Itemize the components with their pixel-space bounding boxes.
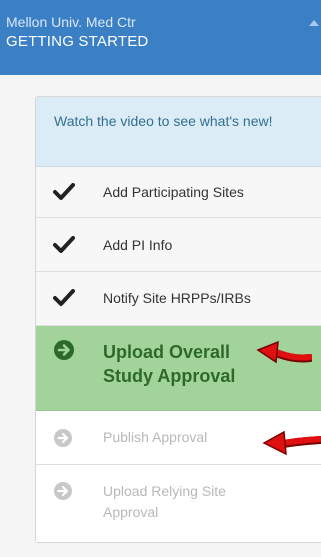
step-upload-relying-site-approval[interactable]: Upload Relying Site Approval xyxy=(36,465,321,542)
arrow-circle-right-icon xyxy=(53,481,73,506)
app-header: Mellon Univ. Med Ctr GETTING STARTED xyxy=(0,0,321,75)
arrow-circle-right-icon xyxy=(53,428,73,453)
step-notify-site-hrpps[interactable]: Notify Site HRPPs/IRBs xyxy=(36,272,321,326)
organization-name: Mellon Univ. Med Ctr xyxy=(6,14,136,30)
step-add-participating-sites[interactable]: Add Participating Sites xyxy=(36,167,321,218)
step-label: Add PI Info xyxy=(103,237,173,253)
getting-started-panel: Watch the video to see what's new! Add P… xyxy=(35,96,321,543)
section-title: GETTING STARTED xyxy=(6,33,149,50)
step-label: Upload Relying Site Approval xyxy=(103,483,226,520)
checkmark-icon xyxy=(53,289,75,312)
checkmark-icon xyxy=(53,236,75,259)
annotation-arrow-icon xyxy=(256,340,314,373)
step-label: Publish Approval xyxy=(103,429,208,445)
step-label: Notify Site HRPPs/IRBs xyxy=(103,290,251,306)
step-add-pi-info[interactable]: Add PI Info xyxy=(36,218,321,272)
arrow-circle-right-icon xyxy=(53,339,75,366)
video-info-text: Watch the video to see what's new! xyxy=(54,113,273,129)
video-info-banner[interactable]: Watch the video to see what's new! xyxy=(36,97,321,167)
checkmark-icon xyxy=(53,183,75,206)
step-label: Add Participating Sites xyxy=(103,184,244,200)
annotation-arrow-icon xyxy=(262,428,321,461)
collapse-chevron-icon[interactable] xyxy=(309,20,319,26)
step-label: Upload Overall Study Approval xyxy=(103,342,236,386)
